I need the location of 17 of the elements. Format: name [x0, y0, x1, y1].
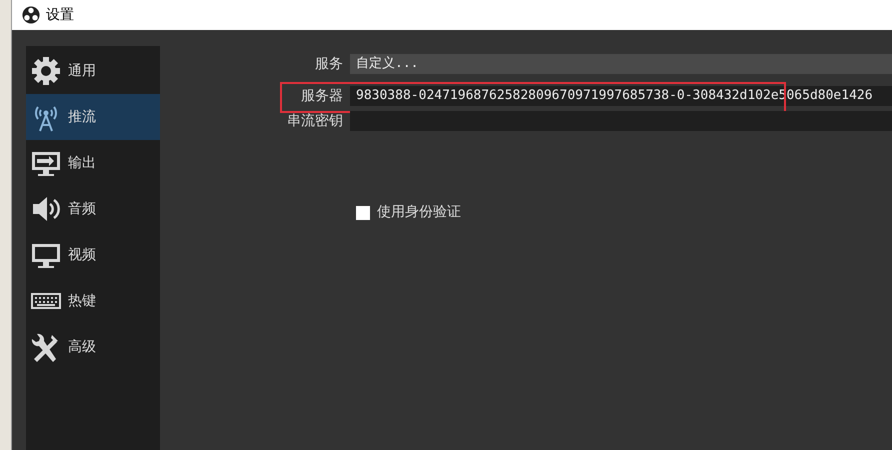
- sidebar-item[interactable]: 推流: [26, 94, 160, 140]
- gear-icon: [30, 55, 62, 87]
- field-label: 服务器: [300, 86, 344, 106]
- sidebar-item[interactable]: 音频: [26, 186, 160, 232]
- sidebar-item[interactable]: 高级: [26, 324, 160, 370]
- app-logo-icon: [22, 6, 40, 24]
- sidebar-item[interactable]: 通用: [26, 48, 160, 94]
- sidebar-item[interactable]: 热键: [26, 278, 160, 324]
- sidebar-item[interactable]: 输出: [26, 140, 160, 186]
- window-title: 设置: [46, 6, 74, 24]
- sidebar-item[interactable]: 视频: [26, 232, 160, 278]
- service-dropdown[interactable]: 自定义...: [350, 54, 892, 74]
- input-field[interactable]: [350, 111, 892, 131]
- field-label: 服务: [314, 54, 344, 74]
- checkbox-label: 使用身份验证: [377, 203, 461, 222]
- checkbox[interactable]: [356, 206, 370, 220]
- field-label: 串流密钥: [286, 112, 344, 130]
